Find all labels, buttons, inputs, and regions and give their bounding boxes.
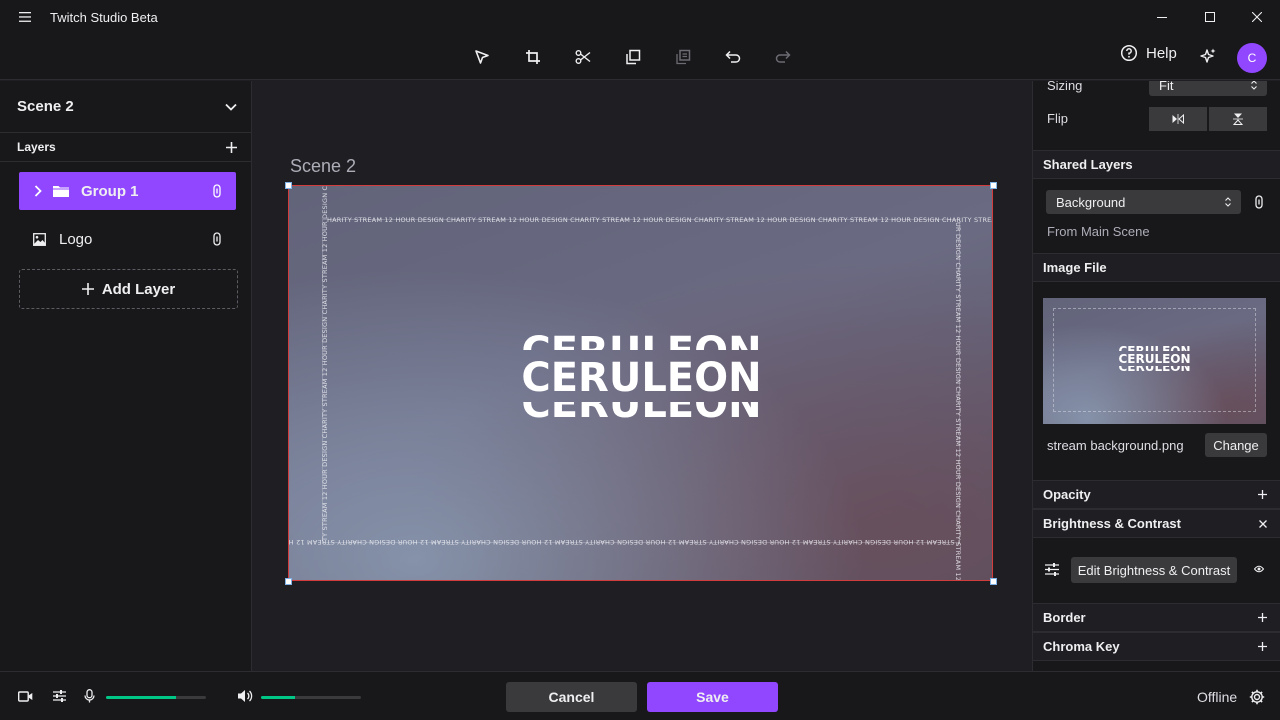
- image-file-header: Image File: [1033, 253, 1280, 282]
- add-layer-label: Add Layer: [101, 280, 176, 298]
- mixer-icon[interactable]: [50, 687, 68, 705]
- logo-echo-top: CERULEON: [289, 332, 992, 350]
- folder-icon: [53, 186, 69, 197]
- thumbnail-logo: CERULEON: [1118, 352, 1191, 366]
- maximize-button[interactable]: [1187, 0, 1233, 34]
- shared-layer-source: From Main Scene: [1047, 224, 1150, 239]
- add-layer-button[interactable]: Add Layer: [19, 269, 238, 309]
- link-icon[interactable]: [1255, 195, 1263, 209]
- flip-horizontal-button[interactable]: [1149, 107, 1207, 131]
- thumbnail-logo-echo-top: CERULEON: [1043, 345, 1266, 351]
- expand-plus-icon[interactable]: [1258, 642, 1267, 651]
- ring-text-top: HARITY STREAM 12 HOUR DESIGN CHARITY STR…: [327, 216, 992, 224]
- sliders-icon: [1045, 563, 1059, 576]
- remove-close-icon[interactable]: [1259, 519, 1267, 528]
- resize-handle-top-right[interactable]: [990, 182, 997, 189]
- shared-layers-header: Shared Layers: [1033, 150, 1280, 179]
- paste-icon[interactable]: [670, 45, 696, 69]
- image-icon: [33, 232, 46, 246]
- hamburger-menu-icon[interactable]: [0, 0, 50, 34]
- sizing-select[interactable]: Fit: [1149, 81, 1267, 96]
- help-label: Help: [1146, 44, 1177, 62]
- brightness-contrast-section[interactable]: Brightness & Contrast: [1033, 509, 1280, 538]
- layers-header: Layers: [0, 133, 251, 162]
- bottom-bar: Cancel Save Offline: [0, 671, 1280, 720]
- thumbnail-logo-echo-bottom: CERULEON: [1118, 366, 1191, 373]
- sparkle-icon[interactable]: [1195, 44, 1221, 68]
- speaker-icon[interactable]: [236, 687, 254, 705]
- border-section[interactable]: Border: [1033, 603, 1280, 632]
- desktop-audio-meter: [261, 696, 361, 699]
- link-icon[interactable]: [213, 232, 221, 246]
- plus-icon: [81, 283, 94, 295]
- flip-horizontal-icon: [1172, 114, 1184, 124]
- scene-name: Scene 2: [17, 98, 74, 115]
- shared-layer-value: Background: [1056, 194, 1126, 210]
- ring-text-bottom: Y STREAM 12 HOUR DESIGN CHARITY STREAM 1…: [288, 538, 961, 546]
- logo-text: CERULEON: [521, 355, 762, 401]
- desktop-audio-fill: [261, 696, 295, 699]
- close-window-button[interactable]: [1234, 0, 1280, 34]
- flip-vertical-button[interactable]: [1209, 107, 1267, 131]
- mic-level-meter: [106, 696, 206, 699]
- resize-handle-bottom-left[interactable]: [285, 578, 292, 585]
- mic-level-fill: [106, 696, 176, 699]
- add-layer-plus-icon[interactable]: [226, 141, 237, 153]
- change-image-button[interactable]: Change: [1205, 433, 1267, 457]
- layer-label: Group 1: [81, 182, 139, 200]
- sizing-value: Fit: [1159, 81, 1174, 93]
- undo-icon[interactable]: [720, 45, 746, 69]
- camera-icon[interactable]: [16, 687, 34, 705]
- user-avatar[interactable]: C: [1237, 43, 1267, 73]
- edit-brightness-contrast-button[interactable]: Edit Brightness & Contrast: [1071, 557, 1237, 583]
- crop-tool-icon[interactable]: [520, 45, 546, 69]
- select-arrows-icon: [1251, 81, 1257, 90]
- cancel-button[interactable]: Cancel: [506, 682, 637, 712]
- scene-preview[interactable]: HARITY STREAM 12 HOUR DESIGN CHARITY STR…: [288, 185, 993, 581]
- resize-handle-top-left[interactable]: [285, 182, 292, 189]
- opacity-section[interactable]: Opacity: [1033, 480, 1280, 509]
- layers-title: Layers: [17, 140, 56, 154]
- image-filename: stream background.png: [1047, 438, 1184, 453]
- scissors-icon[interactable]: [570, 45, 596, 69]
- scene-selector[interactable]: Scene 2: [0, 81, 251, 133]
- save-button[interactable]: Save: [647, 682, 778, 712]
- layer-label: Logo: [59, 230, 93, 248]
- chevron-down-icon: [225, 103, 237, 111]
- shared-layer-select[interactable]: Background: [1046, 190, 1241, 214]
- resize-handle-bottom-right[interactable]: [990, 578, 997, 585]
- expand-plus-icon[interactable]: [1258, 490, 1267, 499]
- select-arrows-icon: [1225, 197, 1231, 207]
- sizing-label: Sizing: [1047, 81, 1083, 93]
- chevron-right-icon[interactable]: [34, 185, 42, 197]
- duplicate-icon[interactable]: [620, 45, 646, 69]
- logo-echo-bottom: CERULEON: [289, 402, 992, 424]
- flip-vertical-icon: [1233, 113, 1243, 125]
- app-title: Twitch Studio Beta: [50, 9, 158, 25]
- link-icon[interactable]: [213, 184, 221, 198]
- minimize-button[interactable]: [1139, 0, 1185, 34]
- select-tool-icon[interactable]: [469, 45, 495, 69]
- help-button[interactable]: Help: [1120, 44, 1177, 62]
- preview-scene-label: Scene 2: [290, 156, 357, 176]
- help-icon: [1120, 44, 1138, 62]
- flip-label: Flip: [1047, 111, 1068, 126]
- expand-plus-icon[interactable]: [1258, 613, 1267, 622]
- editor-toolbar: Help C: [0, 34, 1280, 80]
- visibility-eye-icon[interactable]: [1254, 565, 1264, 573]
- title-bar: Twitch Studio Beta: [0, 0, 1280, 34]
- layers-panel: Scene 2 Layers Group 1 Logo Add Layer: [0, 81, 252, 671]
- canvas-area: Scene 2 HARITY STREAM 12 HOUR DESIGN CHA…: [253, 81, 1031, 671]
- properties-panel: Sizing Fit Flip Shared Layers Background…: [1032, 81, 1280, 671]
- layer-item-logo[interactable]: Logo: [19, 220, 236, 258]
- stream-status: Offline: [1197, 689, 1238, 705]
- chroma-key-section[interactable]: Chroma Key: [1033, 632, 1280, 661]
- settings-gear-icon[interactable]: [1248, 688, 1266, 706]
- redo-icon[interactable]: [770, 45, 796, 69]
- layer-item-group-1[interactable]: Group 1: [19, 172, 236, 210]
- microphone-icon[interactable]: [80, 687, 98, 705]
- image-thumbnail: CERULEON CERULEON CERULEON: [1043, 298, 1266, 424]
